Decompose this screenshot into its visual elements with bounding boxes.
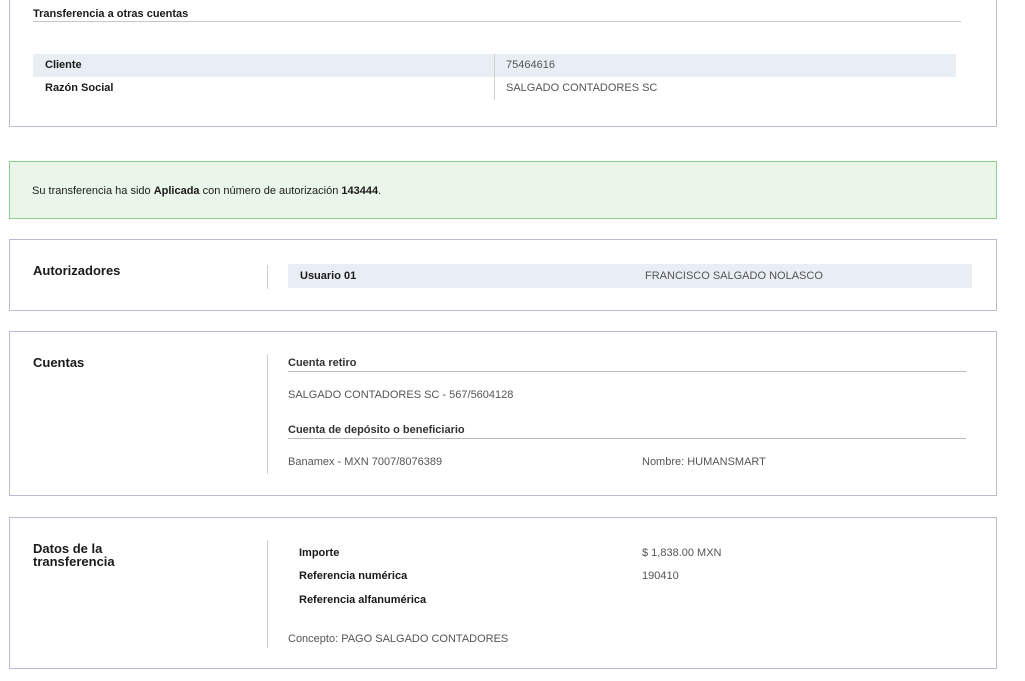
importe-label: Importe	[299, 547, 340, 559]
title-divider	[33, 21, 961, 22]
referencia-numerica-value: 190410	[642, 570, 679, 582]
alert-suffix: .	[378, 185, 382, 197]
concepto-text: Concepto: PAGO SALGADO CONTADORES	[288, 633, 509, 645]
authorizer-user-name: FRANCISCO SALGADO NOLASCO	[645, 270, 823, 282]
client-value: 75464616	[506, 59, 555, 71]
alert-status: Aplicada	[153, 185, 200, 197]
alert-prefix: Su transferencia ha sido	[32, 185, 154, 197]
cuentas-panel: Cuentas Cuenta retiro SALGADO CONTADORES…	[9, 331, 997, 496]
client-label: Cliente	[45, 59, 82, 71]
authorization-number: 143444	[341, 185, 379, 197]
autorizadores-title: Autorizadores	[33, 263, 121, 278]
cuenta-retiro-value: SALGADO CONTADORES SC - 567/5604128	[288, 389, 514, 401]
success-alert: Su transferencia ha sido Aplicada con nú…	[9, 161, 997, 219]
cuenta-deposito-label: Cuenta de depósito o beneficiario	[288, 424, 465, 436]
cuenta-deposito-divider	[288, 438, 966, 439]
datos-title-line2: transferencia	[33, 554, 115, 569]
section-title: Transferencia a otras cuentas	[33, 8, 189, 20]
datos-transferencia-panel: Datos de la transferencia Importe $ 1,83…	[9, 517, 997, 669]
vertical-divider	[267, 354, 268, 474]
client-info-panel: Transferencia a otras cuentas Cliente 75…	[9, 0, 997, 127]
column-divider	[494, 54, 495, 100]
vertical-divider	[267, 540, 268, 648]
referencia-numerica-label: Referencia numérica	[299, 570, 408, 582]
razon-social-label: Razón Social	[45, 82, 114, 94]
authorizer-user-label: Usuario 01	[300, 270, 357, 282]
cuenta-deposito-value: Banamex - MXN 7007/8076389	[288, 456, 443, 468]
cuentas-title: Cuentas	[33, 355, 85, 370]
razon-social-value: SALGADO CONTADORES SC	[506, 82, 658, 94]
authorizer-row: Usuario 01 FRANCISCO SALGADO NOLASCO	[288, 264, 972, 288]
vertical-divider	[267, 265, 268, 289]
datos-title: Datos de la transferencia	[33, 542, 115, 568]
beneficiario-nombre: Nombre: HUMANSMART	[642, 456, 766, 468]
cuenta-retiro-divider	[288, 371, 966, 372]
referencia-alfanumerica-label: Referencia alfanumérica	[299, 594, 427, 606]
cuenta-retiro-label: Cuenta retiro	[288, 357, 357, 369]
client-table: Cliente 75464616 Razón Social SALGADO CO…	[33, 54, 956, 100]
alert-middle: con número de autorización	[199, 185, 342, 197]
alert-message: Su transferencia ha sido Aplicada con nú…	[32, 185, 381, 197]
autorizadores-panel: Autorizadores Usuario 01 FRANCISCO SALGA…	[9, 239, 997, 311]
importe-value: $ 1,838.00 MXN	[642, 547, 722, 559]
